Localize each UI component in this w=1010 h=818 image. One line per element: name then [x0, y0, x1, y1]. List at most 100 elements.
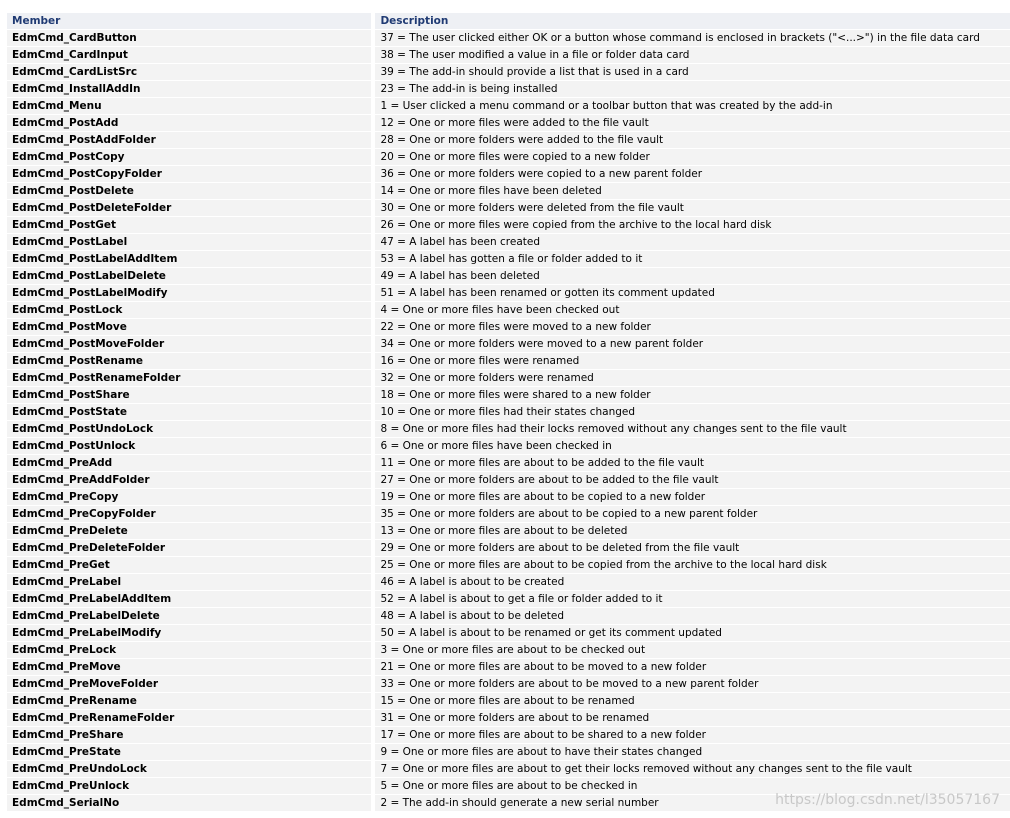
member-cell: EdmCmd_PostLabelDelete	[7, 268, 372, 284]
table-row: EdmCmd_PostLabelModify 51 = A label has b…	[7, 285, 1010, 301]
table-row: EdmCmd_PreState 9 = One or more files are…	[7, 744, 1010, 760]
member-cell: EdmCmd_PreRename	[7, 693, 372, 709]
member-cell: EdmCmd_PreDeleteFolder	[7, 540, 372, 556]
table-row: EdmCmd_CardButton 37 = The user clicked e…	[7, 30, 1010, 46]
table-row: EdmCmd_PreGet 25 = One or more files are …	[7, 557, 1010, 573]
description-cell: 12 = One or more files were added to the…	[371, 115, 1010, 131]
member-cell: EdmCmd_PreLabelAddItem	[7, 591, 372, 607]
member-cell: EdmCmd_PreLock	[7, 642, 372, 658]
table-row: EdmCmd_PreLock 3 = One or more files are …	[7, 642, 1010, 658]
description-cell: 32 = One or more folders were renamed	[371, 370, 1010, 386]
member-cell: EdmCmd_PostState	[7, 404, 372, 420]
table-row: EdmCmd_PostShare 18 = One or more files w…	[7, 387, 1010, 403]
member-cell: EdmCmd_PreCopyFolder	[7, 506, 372, 522]
member-cell: EdmCmd_PreUnlock	[7, 778, 372, 794]
table-row: EdmCmd_PostLock 4 = One or more files hav…	[7, 302, 1010, 318]
description-cell: 22 = One or more files were moved to a n…	[371, 319, 1010, 335]
table-row: EdmCmd_PostDelete 14 = One or more files …	[7, 183, 1010, 199]
member-cell: EdmCmd_PreMoveFolder	[7, 676, 372, 692]
description-cell: 51 = A label has been renamed or gotten …	[371, 285, 1010, 301]
description-cell: 8 = One or more files had their locks re…	[371, 421, 1010, 437]
table-row: EdmCmd_PreDelete 13 = One or more files a…	[7, 523, 1010, 539]
member-cell: EdmCmd_PreShare	[7, 727, 372, 743]
member-cell: EdmCmd_PreLabelModify	[7, 625, 372, 641]
table-row: EdmCmd_PreRenameFolder 31 = One or more f…	[7, 710, 1010, 726]
description-cell: 7 = One or more files are about to get t…	[371, 761, 1010, 777]
member-cell: EdmCmd_PostLock	[7, 302, 372, 318]
members-table: Member Description EdmCmd_CardButton 37 =…	[7, 12, 1010, 812]
description-cell: 30 = One or more folders were deleted fr…	[371, 200, 1010, 216]
table-row: EdmCmd_CardListSrc 39 = The add-in should…	[7, 64, 1010, 80]
description-cell: 15 = One or more files are about to be r…	[371, 693, 1010, 709]
member-cell: EdmCmd_PostCopy	[7, 149, 372, 165]
member-cell: EdmCmd_PreLabelDelete	[7, 608, 372, 624]
member-cell: EdmCmd_PostAdd	[7, 115, 372, 131]
description-cell: 50 = A label is about to be renamed or g…	[371, 625, 1010, 641]
table-row: EdmCmd_PreMoveFolder 33 = One or more fol…	[7, 676, 1010, 692]
table-row: EdmCmd_PreRename 15 = One or more files a…	[7, 693, 1010, 709]
table-header-row: Member Description	[7, 13, 1010, 29]
table-row: EdmCmd_PostAddFolder 28 = One or more fol…	[7, 132, 1010, 148]
description-cell: 16 = One or more files were renamed	[371, 353, 1010, 369]
description-cell: 36 = One or more folders were copied to …	[371, 166, 1010, 182]
member-cell: EdmCmd_CardInput	[7, 47, 372, 63]
description-cell: 38 = The user modified a value in a file…	[371, 47, 1010, 63]
member-cell: EdmCmd_PostUndoLock	[7, 421, 372, 437]
member-cell: EdmCmd_PostCopyFolder	[7, 166, 372, 182]
table-row: EdmCmd_PreAddFolder 27 = One or more fold…	[7, 472, 1010, 488]
description-cell: 4 = One or more files have been checked …	[371, 302, 1010, 318]
description-cell: 49 = A label has been deleted	[371, 268, 1010, 284]
member-cell: EdmCmd_PreCopy	[7, 489, 372, 505]
member-cell: EdmCmd_PreAdd	[7, 455, 372, 471]
member-cell: EdmCmd_PostDeleteFolder	[7, 200, 372, 216]
description-cell: 14 = One or more files have been deleted	[371, 183, 1010, 199]
table-row: EdmCmd_InstallAddIn 23 = The add-in is be…	[7, 81, 1010, 97]
member-cell: EdmCmd_PreMove	[7, 659, 372, 675]
table-row: EdmCmd_PostGet 26 = One or more files wer…	[7, 217, 1010, 233]
table-row: EdmCmd_PreLabel 46 = A label is about to …	[7, 574, 1010, 590]
table-row: EdmCmd_PostLabelDelete 49 = A label has b…	[7, 268, 1010, 284]
member-cell: EdmCmd_PostRenameFolder	[7, 370, 372, 386]
table-row: EdmCmd_PostCopy 20 = One or more files we…	[7, 149, 1010, 165]
description-cell: 47 = A label has been created	[371, 234, 1010, 250]
description-cell: 21 = One or more files are about to be m…	[371, 659, 1010, 675]
description-cell: 29 = One or more folders are about to be…	[371, 540, 1010, 556]
description-cell: 17 = One or more files are about to be s…	[371, 727, 1010, 743]
member-cell: EdmCmd_PostShare	[7, 387, 372, 403]
member-cell: EdmCmd_PreUndoLock	[7, 761, 372, 777]
table-row: EdmCmd_PostDeleteFolder 30 = One or more …	[7, 200, 1010, 216]
description-cell: 25 = One or more files are about to be c…	[371, 557, 1010, 573]
table-row: EdmCmd_PreMove 21 = One or more files are…	[7, 659, 1010, 675]
description-cell: 53 = A label has gotten a file or folder…	[371, 251, 1010, 267]
member-cell: EdmCmd_SerialNo	[7, 795, 372, 811]
table-row: EdmCmd_PreUndoLock 7 = One or more files …	[7, 761, 1010, 777]
member-cell: EdmCmd_PostLabel	[7, 234, 372, 250]
member-cell: EdmCmd_CardListSrc	[7, 64, 372, 80]
member-cell: EdmCmd_PostMove	[7, 319, 372, 335]
table-body: EdmCmd_CardButton 37 = The user clicked e…	[7, 30, 1010, 811]
description-cell: 31 = One or more folders are about to be…	[371, 710, 1010, 726]
member-cell: EdmCmd_PreLabel	[7, 574, 372, 590]
table-row: EdmCmd_CardInput 38 = The user modified a…	[7, 47, 1010, 63]
table-row: EdmCmd_PostUndoLock 8 = One or more files…	[7, 421, 1010, 437]
description-cell: 9 = One or more files are about to have …	[371, 744, 1010, 760]
member-cell: EdmCmd_PostLabelAddItem	[7, 251, 372, 267]
table-row: EdmCmd_PreAdd 11 = One or more files are …	[7, 455, 1010, 471]
table-row: EdmCmd_PostLabel 47 = A label has been cr…	[7, 234, 1010, 250]
member-cell: EdmCmd_PostRename	[7, 353, 372, 369]
description-cell: 11 = One or more files are about to be a…	[371, 455, 1010, 471]
member-cell: EdmCmd_PostDelete	[7, 183, 372, 199]
member-cell: EdmCmd_CardButton	[7, 30, 372, 46]
member-cell: EdmCmd_PreDelete	[7, 523, 372, 539]
member-cell: EdmCmd_PostMoveFolder	[7, 336, 372, 352]
description-cell: 19 = One or more files are about to be c…	[371, 489, 1010, 505]
table-row: EdmCmd_PostAdd 12 = One or more files wer…	[7, 115, 1010, 131]
table-row: EdmCmd_PostMoveFolder 34 = One or more fo…	[7, 336, 1010, 352]
member-cell: EdmCmd_Menu	[7, 98, 372, 114]
description-cell: 52 = A label is about to get a file or f…	[371, 591, 1010, 607]
member-column-header: Member	[7, 13, 372, 29]
member-cell: EdmCmd_PostUnlock	[7, 438, 372, 454]
table-row: EdmCmd_PreLabelDelete 48 = A label is abo…	[7, 608, 1010, 624]
description-cell: 27 = One or more folders are about to be…	[371, 472, 1010, 488]
table-row: EdmCmd_PreCopy 19 = One or more files are…	[7, 489, 1010, 505]
